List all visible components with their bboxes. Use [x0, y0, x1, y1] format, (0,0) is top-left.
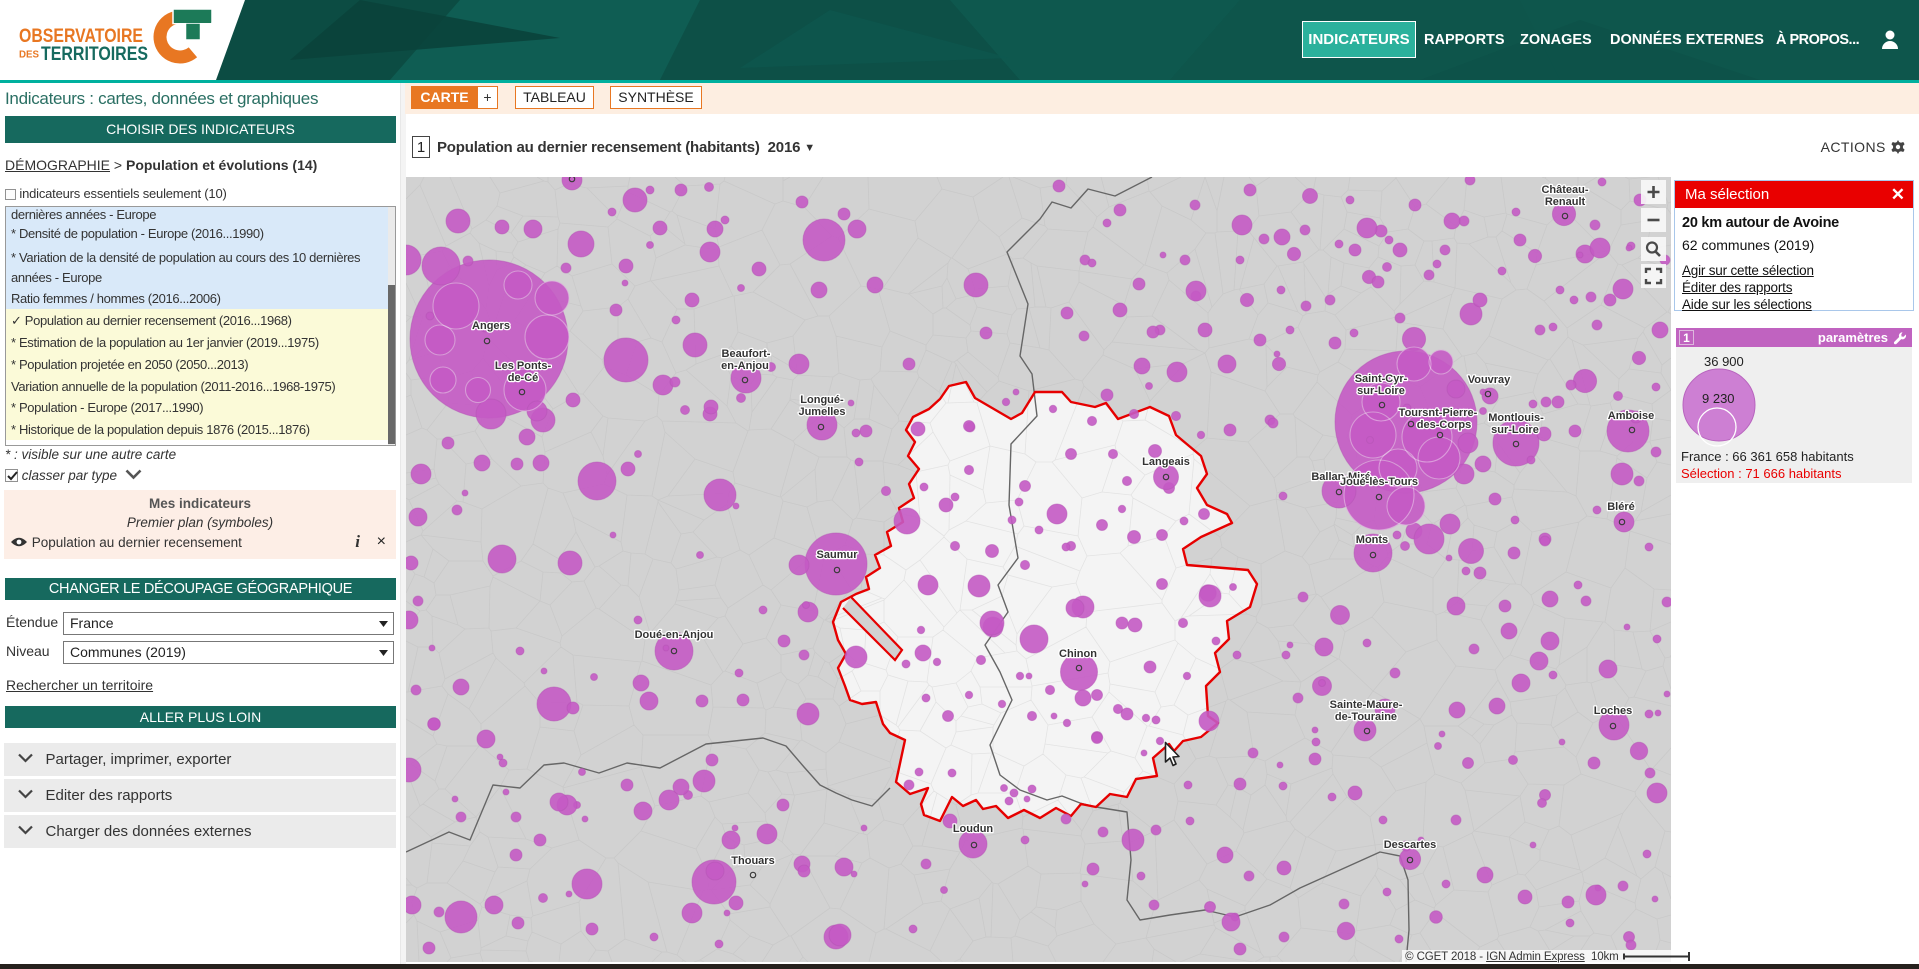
- svg-text:Chinon: Chinon: [1059, 648, 1097, 660]
- svg-text:Toursnt-Pierre-: Toursnt-Pierre-: [1399, 407, 1478, 419]
- svg-text:sur-Loire: sur-Loire: [1491, 424, 1539, 436]
- svg-text:Amboise: Amboise: [1608, 410, 1654, 422]
- svg-text:Langeais: Langeais: [1142, 456, 1190, 468]
- svg-text:Vouvray: Vouvray: [1468, 374, 1511, 386]
- svg-text:Sainte-Maure-: Sainte-Maure-: [1330, 699, 1403, 711]
- svg-text:Monts: Monts: [1356, 534, 1388, 546]
- svg-text:Joué-lès-Tours: Joué-lès-Tours: [1340, 476, 1418, 488]
- svg-text:Doué-en-Anjou: Doué-en-Anjou: [635, 629, 714, 641]
- svg-text:Les Ponts-: Les Ponts-: [495, 360, 552, 372]
- svg-text:Angers: Angers: [472, 320, 510, 332]
- svg-text:Jumelles: Jumelles: [798, 406, 845, 418]
- svg-text:Loches: Loches: [1594, 705, 1633, 717]
- svg-text:Renault: Renault: [1545, 196, 1586, 208]
- svg-text:TERRITOIRES: TERRITOIRES: [41, 43, 148, 65]
- svg-text:Thouars: Thouars: [731, 855, 774, 867]
- svg-text:sur-Loire: sur-Loire: [1357, 385, 1405, 397]
- svg-text:en-Anjou: en-Anjou: [721, 360, 769, 372]
- svg-text:DES: DES: [19, 49, 39, 61]
- svg-text:Longué-: Longué-: [800, 394, 844, 406]
- svg-text:Château-: Château-: [1541, 184, 1588, 196]
- svg-text:Descartes: Descartes: [1384, 839, 1437, 851]
- svg-text:Saint-Cyr-: Saint-Cyr-: [1355, 373, 1408, 385]
- svg-text:Montlouis-: Montlouis-: [1488, 412, 1544, 424]
- svg-text:de-Cé: de-Cé: [508, 372, 539, 384]
- svg-text:de-Touraine: de-Touraine: [1335, 711, 1397, 723]
- svg-text:Saumur: Saumur: [817, 549, 859, 561]
- svg-text:des-Corps: des-Corps: [1417, 419, 1471, 431]
- svg-text:Bléré: Bléré: [1607, 501, 1635, 513]
- svg-text:Beaufort-: Beaufort-: [722, 348, 771, 360]
- svg-text:Loudun: Loudun: [953, 823, 994, 835]
